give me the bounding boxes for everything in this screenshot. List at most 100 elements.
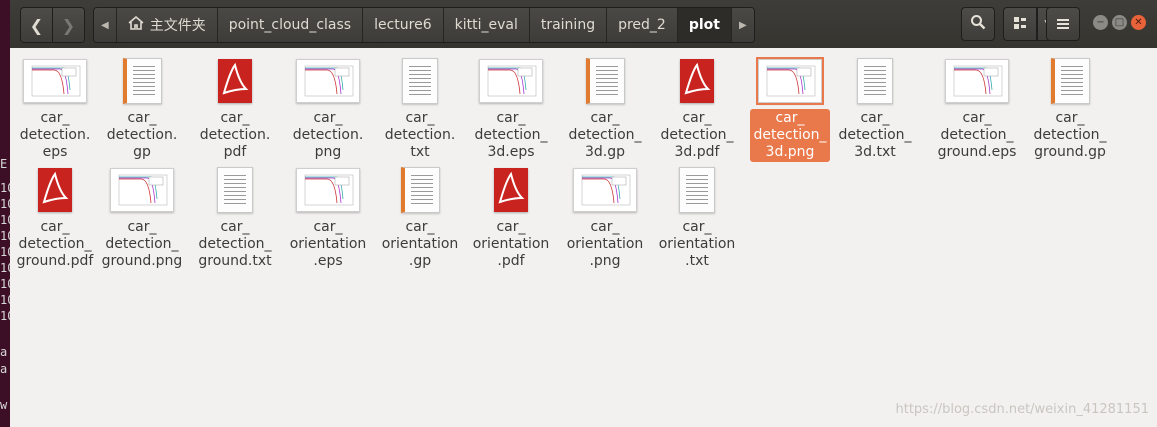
file-name: car_ detection. gp	[106, 110, 178, 160]
file-name: car_ orientation .png	[566, 219, 644, 269]
file-name: car_ detection_ ground.pdf	[16, 219, 94, 269]
window-controls: − □ ✕	[1093, 15, 1146, 30]
file-item[interactable]: car_ orientation .eps	[283, 165, 373, 271]
file-item[interactable]: car_ detection_ ground.txt	[190, 165, 280, 271]
file-name: car_ detection_ 3d.txt	[838, 110, 912, 160]
grid-view-icon	[1013, 15, 1027, 34]
file-thumbnail	[932, 56, 1022, 106]
close-icon[interactable]: ✕	[1131, 15, 1146, 30]
file-item[interactable]: car_ detection_ 3d.pdf	[652, 56, 742, 162]
file-item[interactable]: car_ detection. gp	[97, 56, 187, 162]
file-name: car_ orientation .pdf	[472, 219, 550, 269]
file-item[interactable]: car_ detection_ ground.pdf	[10, 165, 100, 271]
file-thumbnail	[466, 56, 556, 106]
breadcrumb-item[interactable]: training	[528, 8, 607, 42]
home-icon	[128, 15, 144, 34]
file-thumbnail	[652, 165, 742, 215]
triangle-left-icon: ◀	[101, 19, 109, 31]
history-nav: ❮ ❯	[20, 7, 85, 43]
pdf-file-icon	[494, 168, 528, 212]
file-thumbnail	[190, 56, 280, 106]
plot-preview-icon	[756, 57, 824, 105]
file-name: car_ detection_ 3d.png	[750, 109, 830, 162]
pdf-file-icon	[38, 168, 72, 212]
file-thumbnail	[652, 56, 742, 106]
file-name: car_ detection_ ground.eps	[937, 110, 1017, 160]
app-menu-button[interactable]	[1046, 7, 1080, 41]
text-file-icon	[402, 58, 438, 104]
terminal-text: a	[0, 345, 8, 359]
file-thumbnail	[97, 56, 187, 106]
file-name: car_ orientation .gp	[381, 219, 459, 269]
file-thumbnail	[466, 165, 556, 215]
search-icon	[970, 14, 986, 34]
breadcrumb-item[interactable]: kitti_eval	[442, 8, 529, 42]
file-item[interactable]: car_ orientation .gp	[375, 165, 465, 271]
text-file-icon	[585, 58, 625, 104]
file-thumbnail	[283, 165, 373, 215]
file-item[interactable]: car_ detection. txt	[375, 56, 465, 162]
chevron-right-icon: ❯	[61, 15, 76, 35]
file-name: car_ detection. txt	[384, 110, 456, 160]
plot-preview-icon	[23, 59, 87, 103]
pdf-file-icon	[680, 59, 714, 103]
file-name: car_ detection. png	[292, 110, 364, 160]
file-name: car_ detection. pdf	[199, 110, 271, 160]
file-item[interactable]: car_ detection_ ground.png	[97, 165, 187, 271]
terminal-text: E	[0, 157, 8, 171]
watermark: https://blog.csdn.net/weixin_41281151	[895, 402, 1149, 417]
breadcrumb-scroll-left[interactable]: ◀	[94, 8, 116, 42]
text-file-icon	[122, 58, 162, 104]
back-button[interactable]: ❮	[21, 8, 52, 42]
pdf-file-icon	[218, 59, 252, 103]
file-item[interactable]: car_ orientation .txt	[652, 165, 742, 271]
file-thumbnail	[10, 56, 100, 106]
forward-button[interactable]: ❯	[52, 8, 84, 42]
file-thumbnail	[745, 56, 835, 106]
breadcrumb: ◀ 主文件夹 point_cloud_class lecture6 kitti_…	[93, 7, 755, 43]
plot-preview-icon	[110, 168, 174, 212]
breadcrumb-scroll-right[interactable]: ▶	[730, 8, 754, 42]
maximize-icon[interactable]: □	[1112, 15, 1127, 30]
file-thumbnail	[560, 165, 650, 215]
breadcrumb-home[interactable]: 主文件夹	[115, 8, 217, 42]
minimize-icon[interactable]: −	[1093, 15, 1108, 30]
file-thumbnail	[375, 56, 465, 106]
file-item[interactable]: car_ detection_ ground.gp	[1025, 56, 1115, 162]
text-file-icon	[217, 167, 253, 213]
file-thumbnail	[97, 165, 187, 215]
file-item[interactable]: car_ detection_ 3d.eps	[466, 56, 556, 162]
text-file-icon	[679, 167, 715, 213]
breadcrumb-item-current[interactable]: plot	[676, 8, 731, 42]
file-name: car_ orientation .txt	[658, 219, 736, 269]
file-item[interactable]: car_ orientation .pdf	[466, 165, 556, 271]
text-file-icon	[400, 167, 440, 213]
breadcrumb-item[interactable]: lecture6	[362, 8, 443, 42]
text-file-icon	[1050, 58, 1090, 104]
breadcrumb-item[interactable]: point_cloud_class	[216, 8, 363, 42]
file-item[interactable]: car_ detection_ 3d.png	[745, 56, 835, 162]
file-name: car_ detection_ 3d.eps	[474, 110, 548, 160]
file-grid: car_ detection. eps car_ detection. gp car…	[10, 48, 1157, 427]
view-mode-button[interactable]	[1003, 7, 1037, 41]
search-button[interactable]	[961, 7, 995, 41]
file-thumbnail	[830, 56, 920, 106]
file-item[interactable]: car_ orientation .png	[560, 165, 650, 271]
file-thumbnail	[1025, 56, 1115, 106]
file-thumbnail	[283, 56, 373, 106]
file-item[interactable]: car_ detection. eps	[10, 56, 100, 162]
file-item[interactable]: car_ detection_ ground.eps	[932, 56, 1022, 162]
file-item[interactable]: car_ detection_ 3d.gp	[560, 56, 650, 162]
breadcrumb-item[interactable]: pred_2	[606, 8, 677, 42]
file-thumbnail	[375, 165, 465, 215]
file-item[interactable]: car_ detection. pdf	[190, 56, 280, 162]
file-item[interactable]: car_ detection. png	[283, 56, 373, 162]
plot-preview-icon	[296, 168, 360, 212]
file-manager-window: ❮ ❯ ◀ 主文件夹 point_cloud_class lecture6 ki…	[10, 0, 1157, 427]
file-item[interactable]: car_ detection_ 3d.txt	[830, 56, 920, 162]
terminal-text: w	[0, 398, 8, 412]
file-thumbnail	[10, 165, 100, 215]
file-name: car_ detection_ 3d.gp	[568, 110, 642, 160]
breadcrumb-label: 主文件夹	[149, 18, 206, 34]
plot-preview-icon	[945, 59, 1009, 103]
